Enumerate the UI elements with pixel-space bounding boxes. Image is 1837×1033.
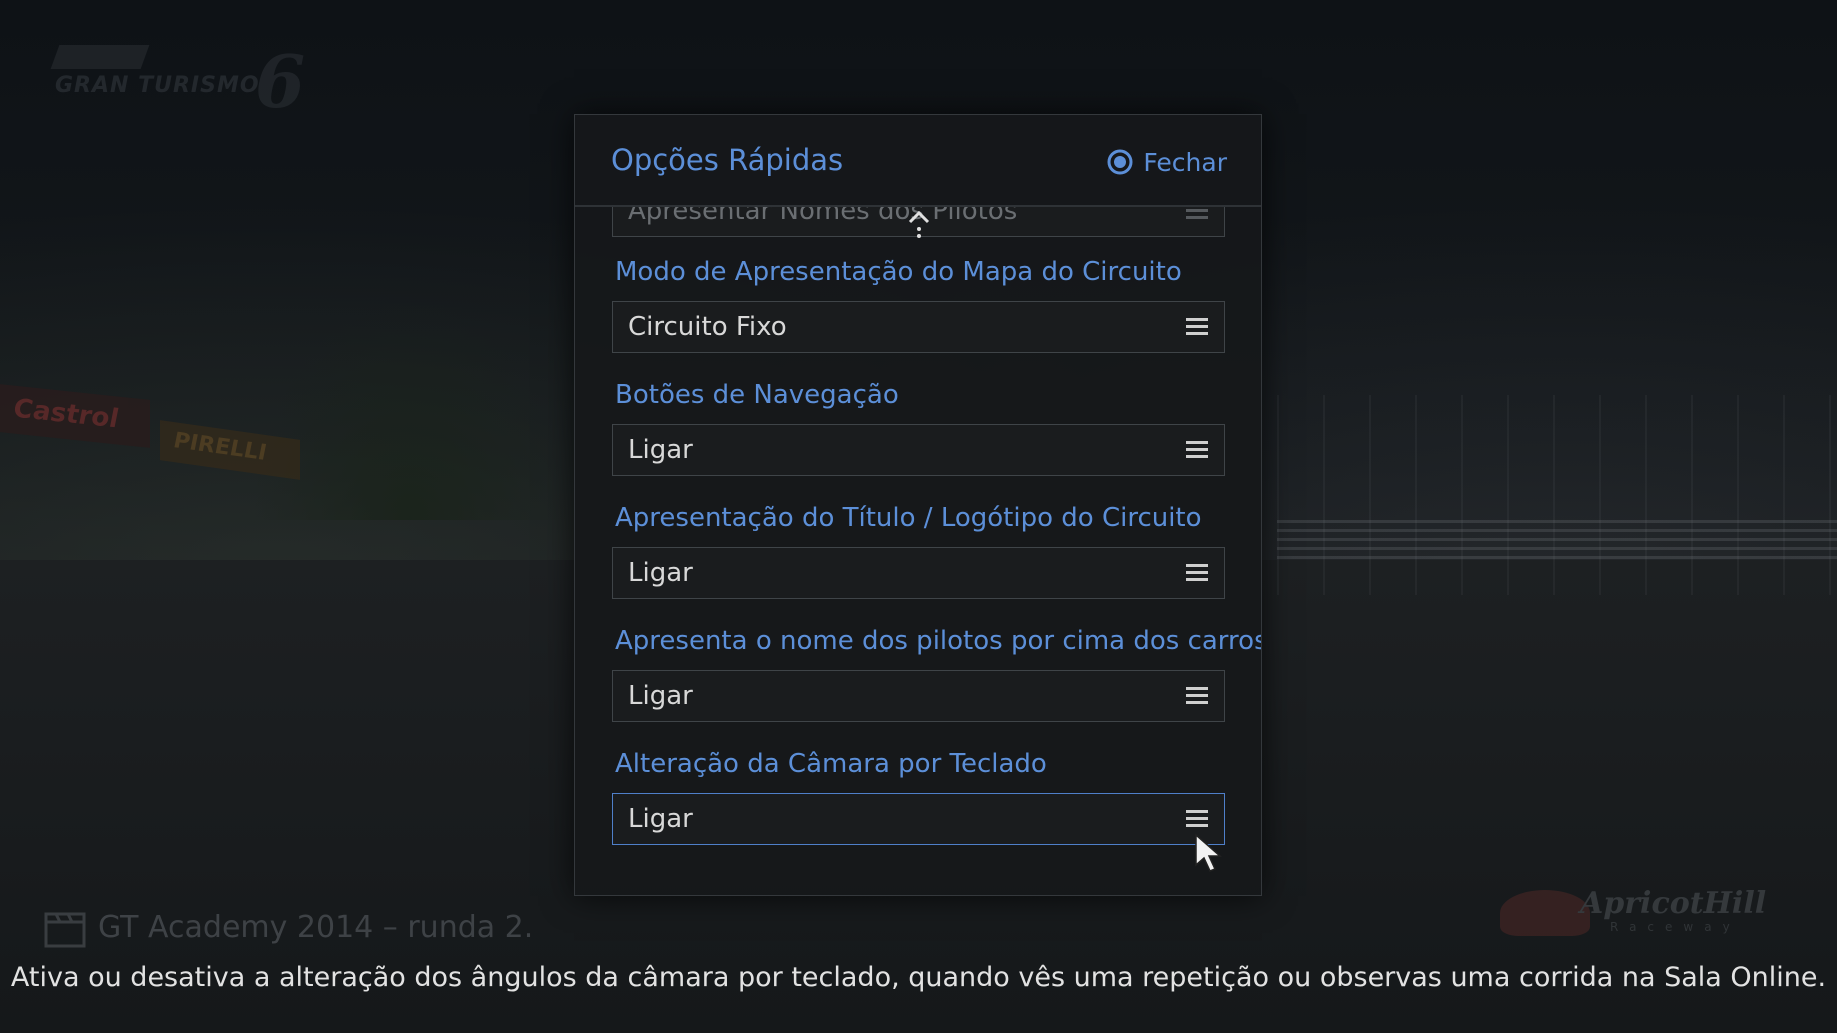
option-select-track-title-logo[interactable]: Ligar [612, 547, 1225, 599]
game-screen: Castrol PIRELLI GRAN TURISMO 6 Opções Rá… [0, 0, 1837, 1033]
menu-icon [1186, 562, 1208, 584]
quick-options-dialog: Opções Rápidas Fechar Apresentar Nomes d… [574, 114, 1262, 896]
background-trees [250, 300, 570, 520]
gran-turismo-logo: GRAN TURISMO 6 [50, 39, 315, 125]
event-title: GT Academy 2014 – runda 2. [98, 910, 534, 945]
track-logo-sub: Raceway [1610, 920, 1741, 934]
dialog-header: Opções Rápidas Fechar [575, 115, 1261, 207]
option-value: Apresentar Nomes dos Pilotos [628, 207, 1018, 226]
options-list[interactable]: Apresentar Nomes dos Pilotos Modo de Apr… [575, 207, 1261, 895]
dialog-title: Opções Rápidas [611, 143, 844, 177]
option-value: Ligar [628, 681, 693, 711]
track-logo-swoosh [1500, 890, 1590, 936]
option-select-track-map-mode[interactable]: Circuito Fixo [612, 301, 1225, 353]
logo-text: GRAN TURISMO [55, 73, 260, 98]
gt-logo-mark [50, 45, 150, 69]
option-value: Ligar [628, 558, 693, 588]
menu-icon [1186, 439, 1208, 461]
menu-icon [1186, 207, 1208, 222]
option-label-keyboard-camera: Alteração da Câmara por Teclado [615, 749, 1047, 779]
option-label-track-title-logo: Apresentação do Título / Logótipo do Cir… [615, 503, 1202, 533]
option-select-driver-names-above-cars[interactable]: Ligar [612, 670, 1225, 722]
background-guardrail [1277, 520, 1837, 560]
clapperboard-icon [44, 912, 86, 948]
option-select-navigation-buttons[interactable]: Ligar [612, 424, 1225, 476]
background-fence [1277, 395, 1837, 595]
help-text: Ativa ou desativa a alteração dos ângulo… [10, 962, 1827, 993]
sign-castrol-text: Castrol [14, 393, 119, 435]
track-logo-name: ApricotHill [1580, 886, 1767, 921]
close-label: Fechar [1143, 147, 1227, 177]
menu-icon [1186, 316, 1208, 338]
mouse-cursor-icon [1195, 833, 1222, 872]
option-select-keyboard-camera[interactable]: Ligar [612, 793, 1225, 845]
option-label-driver-names-above-cars: Apresenta o nome dos pilotos por cima do… [615, 626, 1261, 656]
scroll-up-icon[interactable] [907, 209, 931, 239]
sign-pirelli-text: PIRELLI [174, 428, 267, 467]
menu-icon [1186, 808, 1208, 830]
option-label-navigation-buttons: Botões de Navegação [615, 380, 899, 410]
circle-button-icon [1107, 149, 1133, 175]
menu-icon [1186, 685, 1208, 707]
option-value: Ligar [628, 804, 693, 834]
option-value: Circuito Fixo [628, 312, 787, 342]
option-label-track-map-mode: Modo de Apresentação do Mapa do Circuito [615, 257, 1182, 287]
option-value: Ligar [628, 435, 693, 465]
close-button[interactable]: Fechar [1107, 145, 1227, 179]
track-logo: ApricotHill Raceway [1500, 880, 1766, 940]
logo-number: 6 [255, 39, 306, 124]
background-sign-castrol: Castrol [0, 384, 150, 448]
